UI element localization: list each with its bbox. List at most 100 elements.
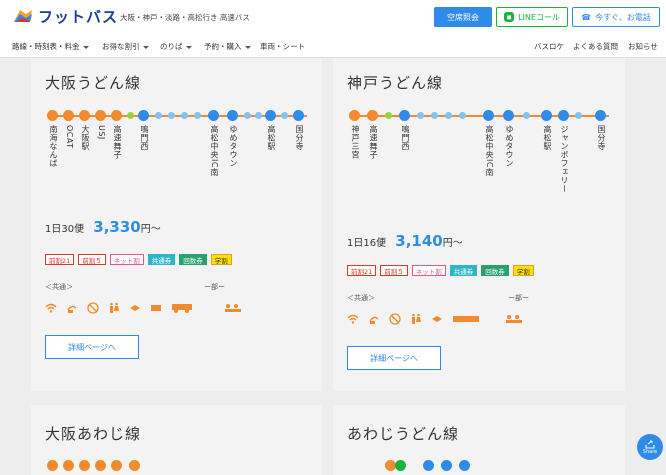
price-suffix: 円〜 [442, 238, 463, 249]
stop-label: 南海なんば [49, 125, 58, 168]
nav-label: 予約・購入 [204, 42, 242, 51]
fare-info: 1日30便 3,330円〜 [45, 218, 161, 236]
stop-dot-small [385, 112, 392, 119]
stop-dot [423, 460, 434, 471]
stop-label: 神戸三宮 [351, 125, 360, 159]
nav-faq[interactable]: よくある質問 [573, 41, 618, 52]
badge-common: 共通券 [449, 265, 478, 276]
stop-dot [227, 110, 238, 121]
badge-student: 学割 [512, 265, 534, 276]
nav-label: のりば [160, 42, 183, 51]
chevron-down-icon [82, 45, 89, 49]
detail-page-button[interactable]: 詳細ページへ [347, 346, 441, 370]
stop-label: ジャンボフェリー [560, 125, 569, 193]
stop-dot [79, 110, 90, 121]
stop-dot [138, 110, 149, 121]
stop-dot-small [255, 112, 262, 119]
frequency: 1日16便 [347, 238, 387, 249]
wifi-icon [347, 313, 359, 325]
card-title: 大阪うどん線 [45, 74, 142, 92]
stop-dot [95, 110, 106, 121]
stop-dot [441, 460, 452, 471]
stop-dot [265, 110, 276, 121]
nav-label: お得な割引 [102, 42, 140, 51]
stop-dot [79, 460, 90, 471]
nav-news[interactable]: お知らせ [628, 41, 658, 52]
stop-dot-small [523, 112, 530, 119]
stop-dot-small [168, 112, 175, 119]
price: 3,330 [93, 218, 141, 236]
stop-label: 高速舞子 [369, 125, 378, 159]
price-suffix: 円〜 [140, 224, 161, 235]
stop-dot [558, 110, 569, 121]
nav-label: 路線・時刻表・料金 [12, 42, 80, 51]
stop-dot-small [194, 112, 201, 119]
badge-coupon: 回数券 [179, 254, 207, 265]
line-icon: ◼ [504, 12, 515, 22]
stop-dot [595, 110, 606, 121]
reservation-icon [503, 313, 525, 325]
line-call-button[interactable]: ◼ LINEコール [496, 7, 568, 27]
stop-dot-small [575, 112, 582, 119]
nav-reservation[interactable]: 予約・購入 [204, 41, 251, 52]
nav-routes[interactable]: 路線・時刻表・料金 [12, 41, 89, 52]
share-label: Share [642, 449, 658, 455]
stop-dot [503, 110, 514, 121]
stop-dot [47, 110, 58, 121]
route-card-osaka-udon: 大阪うどん線 南海なんば OCAT 大阪駅 USJ 高速舞子 鳴門西 高松中央I… [31, 58, 322, 391]
nav-discounts[interactable]: お得な割引 [102, 41, 149, 52]
stop-label: ゆめタウン [229, 125, 238, 168]
card-title: 神戸うどん線 [347, 74, 444, 92]
nav-vehicles[interactable]: 車両・シート [260, 41, 305, 52]
toilet-icon [108, 302, 120, 314]
stop-dot [367, 110, 378, 121]
detail-page-button[interactable]: 詳細ページへ [45, 335, 139, 359]
stop-dot [483, 110, 494, 121]
badge-net: ネット割 [109, 254, 144, 265]
main-nav: 路線・時刻表・料金 お得な割引 のりば 予約・購入 車両・シート バスロケ よく… [0, 36, 666, 58]
logo-text: フットバス [38, 8, 119, 26]
no-smoking-icon [87, 302, 99, 314]
frequency: 1日30便 [45, 224, 85, 235]
stop-dot-small [281, 112, 288, 119]
route-card-kobe-udon: 神戸うどん線 神戸三宮 高速舞子 鳴門西 高松中央IC南 ゆめタウン 高松駅 ジ… [333, 58, 625, 391]
stop-label: 鳴門西 [140, 125, 149, 151]
card-title: 大阪あわじ線 [45, 425, 142, 443]
chevron-down-icon [244, 45, 251, 49]
card-title: あわじうどん線 [347, 425, 460, 443]
stop-dot [95, 460, 106, 471]
amenity-icons [45, 302, 244, 314]
stop-label: 鳴門西 [401, 125, 410, 151]
stop-label: 高松駅 [543, 125, 552, 151]
badge-advance21: 前割21 [347, 265, 377, 276]
amenity-icons [347, 313, 525, 325]
common-label: ＜共通＞ [347, 294, 375, 302]
phone-icon: ☎ [581, 12, 592, 22]
blanket-icon [129, 302, 141, 314]
price: 3,140 [395, 232, 443, 250]
stop-dot [459, 460, 470, 471]
stop-dot-small [244, 112, 251, 119]
nav-stops[interactable]: のりば [160, 41, 192, 52]
stop-dot [208, 110, 219, 121]
stop-dot [399, 110, 410, 121]
badge-advance5: 前割５ [380, 265, 408, 276]
stop-dot-small [181, 112, 188, 119]
stop-dot [395, 460, 406, 471]
common-label: ＜共通＞ [45, 283, 73, 291]
wifi-icon [45, 302, 57, 314]
badge-net: ネット割 [411, 265, 446, 276]
stop-label: 大阪駅 [81, 125, 90, 151]
partial-label: ー部ー [204, 283, 225, 291]
share-button[interactable]: Share [637, 434, 663, 460]
call-button[interactable]: ☎ 今すぐ、お電話 [572, 7, 660, 27]
vacancy-button[interactable]: 空席照会 [434, 7, 492, 27]
logo[interactable]: フットバス [12, 6, 118, 27]
nav-busloc[interactable]: バスロケ [534, 41, 564, 52]
stop-dot-small [127, 112, 134, 119]
stop-dot [63, 460, 74, 471]
seat-icon [452, 313, 480, 325]
badge-student: 学割 [210, 254, 232, 265]
stop-dot-small [155, 112, 162, 119]
stop-label: USJ [97, 125, 106, 140]
